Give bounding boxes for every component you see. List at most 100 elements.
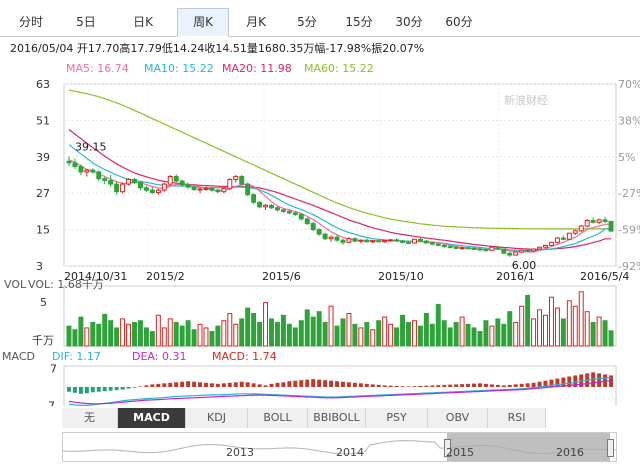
vol-bar — [173, 322, 179, 347]
macd-histogram-bar — [192, 381, 197, 387]
candle-body — [185, 184, 191, 188]
candle-body — [578, 225, 584, 232]
candle-body — [429, 242, 435, 245]
indicator-tab[interactable]: PSY — [366, 408, 428, 428]
macd-histogram-bar — [120, 387, 125, 390]
candle-body — [471, 247, 477, 250]
navigator-year-label: 2015 — [446, 446, 474, 459]
tab-6[interactable]: 5分 — [285, 9, 329, 35]
tab-2[interactable]: 5日 — [62, 9, 110, 35]
candle-body — [155, 189, 161, 194]
macd-histogram-bar — [78, 387, 83, 394]
pct-tick-label: -27% — [618, 187, 640, 200]
tab-8[interactable]: 30分 — [386, 9, 432, 35]
candle-body — [137, 182, 143, 189]
vol-bar — [286, 323, 292, 347]
vol-bar — [114, 327, 120, 347]
macd-histogram-bar — [513, 384, 518, 387]
vol-bar — [501, 323, 507, 347]
kline-chart[interactable]: 6370%5138%395%27-27%15-59%3-92%新浪财经39.15… — [0, 76, 640, 406]
vol-bar — [346, 312, 352, 347]
tab-7[interactable]: 15分 — [336, 9, 382, 35]
candle-body — [566, 232, 572, 240]
candle-body — [203, 187, 209, 190]
vol-bar — [358, 327, 364, 347]
macd-label: MACD: 1.74 — [212, 350, 277, 363]
candle-body — [304, 218, 310, 225]
candle-body — [483, 249, 489, 252]
indicator-tab[interactable]: OBV — [428, 408, 488, 428]
candle-body — [263, 204, 269, 208]
vol-bar — [364, 322, 370, 347]
vol-bar — [90, 322, 96, 347]
candle-body — [489, 246, 495, 251]
candle-body — [167, 176, 173, 185]
macd-histogram-bar — [162, 383, 167, 387]
macd-histogram-bar — [144, 385, 149, 387]
candle-body — [179, 180, 185, 186]
indicator-tab-bar: 无 MACD KDJ BOLL BBIBOLL PSY OBV RSI — [62, 408, 615, 428]
vol-bar — [132, 322, 137, 347]
price-tick-label: 39 — [36, 151, 50, 164]
candle-body — [525, 249, 531, 252]
vol-bar — [572, 305, 578, 347]
macd-histogram-bar — [251, 383, 256, 387]
vol-bar — [435, 303, 441, 347]
tab-3[interactable]: 日K — [118, 9, 168, 35]
quote-info-line: 2016/05/04 开17.70高17.79低14.24收14.51量1680… — [10, 42, 425, 55]
macd-histogram-bar — [114, 387, 119, 391]
ma-label: MA10: 15.22 — [144, 62, 214, 75]
vol-bar — [429, 323, 435, 347]
macd-histogram-bar — [346, 382, 351, 387]
macd-histogram-bar — [269, 383, 274, 387]
macd-histogram-bar — [311, 379, 316, 387]
macd-histogram-bar — [245, 382, 250, 387]
tab-9[interactable]: 60分 — [436, 9, 482, 35]
candle-body — [239, 176, 245, 185]
date-axis-label: 2016/1 — [496, 270, 535, 283]
price-tick-label: 3 — [36, 260, 43, 273]
vol-bar — [72, 329, 78, 347]
macd-histogram-bar — [281, 382, 286, 387]
tab-1[interactable]: 分时 — [8, 9, 54, 35]
vol-bar — [477, 331, 483, 347]
vol-bar — [519, 305, 525, 347]
vol-bar — [108, 320, 114, 347]
indicator-tab[interactable]: BOLL — [248, 408, 308, 428]
candle-body — [108, 179, 114, 185]
indicator-tab[interactable]: KDJ — [186, 408, 248, 428]
indicator-tab[interactable]: MACD — [118, 408, 186, 428]
indicator-tab[interactable]: 无 — [62, 408, 118, 428]
candle-body — [215, 189, 221, 193]
macd-histogram-bar — [430, 385, 435, 387]
macd-histogram-bar — [204, 382, 208, 387]
candle-body — [417, 238, 423, 242]
ma-label: MA20: 11.98 — [222, 62, 292, 75]
navigator-right-handle[interactable] — [607, 439, 614, 457]
macd-histogram-bar — [239, 381, 244, 387]
candle-body — [251, 194, 257, 203]
tab-4[interactable]: 周K — [177, 8, 229, 37]
macd-histogram-bar — [90, 387, 95, 393]
indicator-tab[interactable]: RSI — [488, 408, 546, 428]
candle-body — [316, 229, 322, 235]
candle-body — [197, 188, 203, 191]
candle-body — [310, 223, 316, 231]
macd-histogram-bar — [388, 385, 393, 387]
macd-label: DEA: 0.31 — [132, 350, 186, 363]
vol-bar — [459, 316, 465, 347]
macd-histogram-bar — [376, 384, 381, 387]
pct-tick-label: -59% — [618, 224, 640, 237]
macd-tick-label: 7 — [50, 363, 57, 376]
vol-bar — [233, 323, 239, 347]
candle-body — [221, 188, 227, 193]
tab-5[interactable]: 月K — [232, 9, 280, 35]
macd-histogram-bar — [382, 385, 387, 387]
vol-bar — [453, 322, 459, 347]
candle-body — [233, 176, 239, 181]
candle-body — [257, 201, 263, 208]
vol-bar — [239, 318, 245, 347]
macd-histogram-bar — [483, 383, 488, 387]
candle-body — [596, 219, 602, 223]
indicator-tab[interactable]: BBIBOLL — [308, 408, 366, 428]
